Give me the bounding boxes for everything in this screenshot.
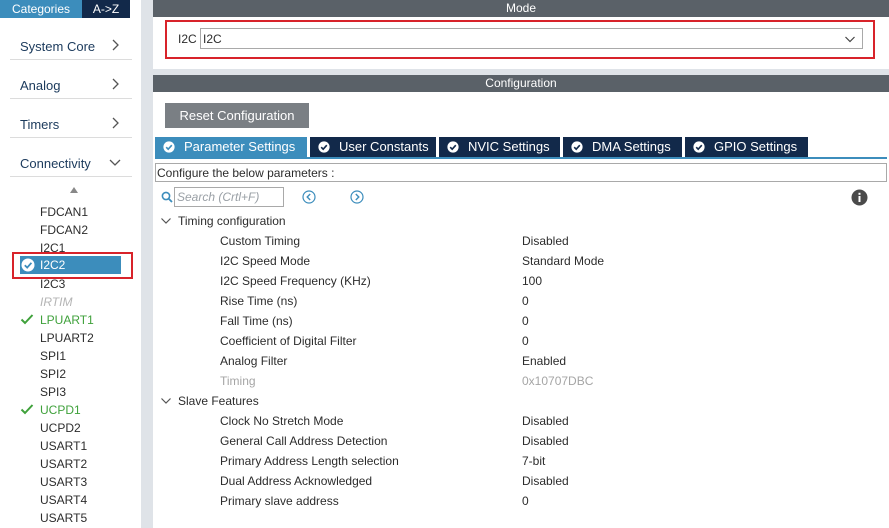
chevron-right-icon xyxy=(112,39,119,51)
mode-field-label: I2C xyxy=(178,32,197,46)
tab-parameter-settings[interactable]: Parameter Settings xyxy=(155,137,307,157)
tab-nvic-settings[interactable]: NVIC Settings xyxy=(439,137,560,157)
param-name: Clock No Stretch Mode xyxy=(220,414,344,428)
search-icon xyxy=(161,191,173,203)
scroll-up-icon[interactable] xyxy=(69,186,79,194)
param-name: Primary Address Length selection xyxy=(220,454,399,468)
param-name: Rise Time (ns) xyxy=(220,294,298,308)
check-circle-icon xyxy=(571,141,583,153)
param-value[interactable]: Enabled xyxy=(522,352,566,370)
peripheral-item-configured[interactable]: LPUART1 xyxy=(40,311,94,329)
tabs-underline xyxy=(155,157,887,159)
tab-a-to-z[interactable]: A->Z xyxy=(82,0,130,18)
description-field: Configure the below parameters : xyxy=(155,163,887,182)
param-name: Fall Time (ns) xyxy=(220,314,293,328)
chevron-down-icon xyxy=(845,36,855,43)
param-value[interactable]: 0 xyxy=(522,312,529,330)
peripheral-item-configured[interactable]: UCPD1 xyxy=(40,401,81,419)
chevron-down-icon xyxy=(161,398,171,404)
category-label: Analog xyxy=(20,78,61,93)
peripheral-item[interactable]: USART4 xyxy=(40,491,87,509)
check-circle-icon xyxy=(447,141,459,153)
tab-categories[interactable]: Categories xyxy=(0,0,82,18)
mode-header: Mode xyxy=(153,0,889,17)
reset-configuration-button[interactable]: Reset Configuration xyxy=(165,103,309,128)
mode-select[interactable]: I2C xyxy=(200,28,863,49)
peripheral-item[interactable]: FDCAN2 xyxy=(40,221,88,239)
param-name: I2C Speed Mode xyxy=(220,254,311,268)
param-name: Primary slave address xyxy=(220,494,339,508)
param-name: Dual Address Acknowledged xyxy=(220,474,373,488)
param-value[interactable]: Standard Mode xyxy=(522,252,604,270)
param-name: Analog Filter xyxy=(220,354,288,368)
peripheral-item[interactable]: SPI3 xyxy=(40,383,66,401)
search-input[interactable] xyxy=(174,187,284,207)
param-value[interactable]: Disabled xyxy=(522,412,569,430)
param-value[interactable]: Disabled xyxy=(522,432,569,450)
param-value[interactable]: 100 xyxy=(522,272,542,290)
category-timers[interactable]: Timers xyxy=(10,110,132,138)
param-name: Custom Timing xyxy=(220,234,301,248)
peripheral-item[interactable]: I2C3 xyxy=(40,275,65,293)
check-circle-icon xyxy=(163,141,175,153)
category-label: Connectivity xyxy=(20,156,91,171)
mode-select-value: I2C xyxy=(203,32,222,46)
peripheral-item[interactable]: LPUART2 xyxy=(40,329,94,347)
param-value: 0x10707DBC xyxy=(522,374,594,388)
check-circle-icon xyxy=(693,141,705,153)
peripheral-item[interactable]: USART5 xyxy=(40,509,87,527)
param-name: I2C Speed Frequency (KHz) xyxy=(220,274,371,288)
param-value[interactable]: 7-bit xyxy=(522,452,545,470)
param-value[interactable]: 0 xyxy=(522,492,529,510)
peripheral-item[interactable]: USART1 xyxy=(40,437,87,455)
group-label: Timing configuration xyxy=(178,214,286,228)
tab-label: DMA Settings xyxy=(592,139,671,154)
tab-label: User Constants xyxy=(339,139,429,154)
peripheral-item[interactable]: UCPD2 xyxy=(40,419,81,437)
peripheral-item[interactable]: SPI2 xyxy=(40,365,66,383)
chevron-right-icon xyxy=(112,78,119,90)
panel-splitter[interactable] xyxy=(141,0,153,528)
param-value[interactable]: 0 xyxy=(522,332,529,350)
param-value[interactable]: Disabled xyxy=(522,232,569,250)
peripheral-item[interactable]: SPI1 xyxy=(40,347,66,365)
category-analog[interactable]: Analog xyxy=(10,71,132,99)
sidebar: Categories A->Z System Core Analog Timer… xyxy=(0,0,141,528)
category-label: System Core xyxy=(20,39,96,54)
param-value[interactable]: 0 xyxy=(522,292,529,310)
highlight-box-selected-peripheral xyxy=(12,252,133,279)
chevron-down-icon xyxy=(109,159,121,166)
description-text: Configure the below parameters : xyxy=(157,166,335,180)
param-name: Timing xyxy=(220,374,256,388)
peripheral-item[interactable]: FDCAN1 xyxy=(40,203,88,221)
param-name: Coefficient of Digital Filter xyxy=(220,334,357,348)
check-icon xyxy=(20,404,34,415)
check-circle-icon xyxy=(318,141,330,153)
group-label: Slave Features xyxy=(178,394,259,408)
category-system-core[interactable]: System Core xyxy=(10,32,132,60)
param-value[interactable]: Disabled xyxy=(522,472,569,490)
tab-gpio-settings[interactable]: GPIO Settings xyxy=(685,137,808,157)
tab-user-constants[interactable]: User Constants xyxy=(310,137,436,157)
check-icon xyxy=(20,314,34,325)
arrow-left-circle-icon[interactable] xyxy=(302,190,316,204)
tab-dma-settings[interactable]: DMA Settings xyxy=(563,137,682,157)
chevron-down-icon xyxy=(161,218,171,224)
peripheral-item-disabled: IRTIM xyxy=(40,295,73,309)
peripheral-item[interactable]: USART2 xyxy=(40,455,87,473)
category-connectivity[interactable]: Connectivity xyxy=(10,149,132,177)
configuration-header: Configuration xyxy=(153,75,889,92)
category-label: Timers xyxy=(20,117,60,132)
chevron-right-icon xyxy=(112,117,119,129)
sidebar-tabs: Categories A->Z xyxy=(0,0,141,18)
peripheral-item[interactable]: USART3 xyxy=(40,473,87,491)
tab-label: Parameter Settings xyxy=(184,139,296,154)
info-icon[interactable] xyxy=(851,189,868,206)
tab-label: NVIC Settings xyxy=(468,139,550,154)
param-name: General Call Address Detection xyxy=(220,434,388,448)
arrow-right-circle-icon[interactable] xyxy=(350,190,364,204)
tab-label: GPIO Settings xyxy=(714,139,798,154)
